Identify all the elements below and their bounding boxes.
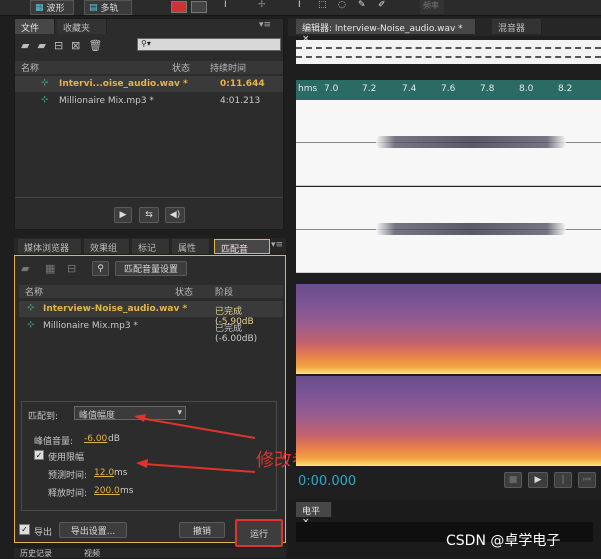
multitrack-view-button[interactable]: ▤ 多轨 [84, 0, 132, 15]
frequency-button[interactable]: 频率 [420, 0, 444, 14]
audio-file-icon: ⊹ [41, 95, 49, 105]
export-icon[interactable]: ⊠ [71, 39, 80, 52]
audio-file-icon: ⊹ [27, 303, 35, 313]
files-toolbar: ▰ ▰ ⊟ ⊠ 🗑 ⚲▾ [15, 35, 283, 55]
spectrogram-channel-left[interactable] [296, 284, 601, 374]
autoplay-button[interactable]: ◀) [165, 207, 185, 223]
editor-tab-bar: 编辑器: Interview-Noise_audio.wav * × 混音器 [288, 18, 601, 44]
files-panel: 文件 × 收藏夹 ▾≡ ▰ ▰ ⊟ ⊠ 🗑 ⚲▾ 名称 状态 持续时间 ⊹ In… [14, 18, 284, 230]
lasso-tool-icon[interactable]: ◌ [338, 0, 346, 10]
release-time-value[interactable]: 200.0 [94, 486, 120, 496]
annotation-arrows [134, 414, 256, 473]
bottom-tab-bar: 历史记录 视频 [14, 548, 286, 558]
tab-editor[interactable]: 编辑器: Interview-Noise_audio.wav * × [296, 19, 476, 44]
lower-tab-bar: 媒体浏览器 效果组 标记 属性 匹配音 ▾≡ [14, 238, 286, 255]
speaker-icon: ◀) [169, 210, 181, 220]
play-button[interactable]: ▶ [528, 472, 548, 488]
match-volume-panel: ▰ ▦ ⊟ ⚲ 匹配音量设置 名称 状态 阶段 ⊹ Interview-Nois… [14, 255, 286, 547]
audio-file-icon: ⊹ [27, 320, 35, 330]
add-files-icon[interactable]: ▦ [45, 262, 55, 275]
panel-menu-icon[interactable]: ▾≡ [271, 240, 283, 250]
brush-tool-icon[interactable]: ✎ [358, 0, 366, 10]
time-selection-tool-icon[interactable]: I [298, 0, 301, 10]
export-checkbox[interactable]: ✓ [19, 524, 30, 535]
waveform-channel-left[interactable] [296, 100, 601, 186]
tab-history[interactable]: 历史记录 [20, 548, 52, 559]
match-table-header: 名称 状态 阶段 [19, 285, 283, 298]
panel-menu-icon[interactable]: ▾≡ [259, 20, 271, 30]
search-icon[interactable]: ⚲ [92, 261, 109, 276]
divider [15, 197, 283, 198]
time-ruler: hms 7.0 7.2 7.4 7.6 7.8 8.0 8.2 [296, 80, 601, 100]
skip-button[interactable]: ⏮ [578, 472, 596, 488]
loop-icon: ⇆ [145, 210, 153, 220]
use-limiting-checkbox[interactable]: ✓ [34, 450, 44, 460]
waveform-signal [376, 136, 566, 148]
tab-media-browser[interactable]: 媒体浏览器 [18, 239, 82, 254]
arrow-head [134, 414, 146, 422]
multitrack-icon: ▤ [89, 2, 98, 13]
tab-properties[interactable]: 属性 [172, 239, 210, 254]
export-settings-button[interactable]: 导出设置... [59, 522, 127, 538]
waveform-channel-right[interactable] [296, 187, 601, 273]
cancel-button[interactable]: 撤销 [179, 522, 225, 538]
match-volume-settings-button[interactable]: 匹配音量设置 [115, 261, 187, 276]
open-folder-icon[interactable]: ▰ [21, 39, 29, 52]
play-icon: ▶ [534, 475, 542, 485]
arrow-line [139, 417, 256, 439]
time-display: 0:00.000 [298, 474, 357, 489]
arrow-head [136, 459, 148, 468]
tab-level-meter[interactable]: 电平 × [296, 502, 332, 527]
waveform-view-button[interactable]: ▦ 波形 [30, 0, 74, 15]
move-tool-icon[interactable]: ✢ [258, 0, 266, 10]
search-input[interactable]: ⚲▾ [137, 38, 281, 51]
tab-match-volume[interactable]: 匹配音 [214, 239, 270, 255]
tab-effects-rack[interactable]: 效果组 [84, 239, 130, 254]
stop-icon: ■ [508, 475, 518, 485]
insert-icon[interactable]: ⊟ [54, 39, 63, 52]
tab-favorites[interactable]: 收藏夹 [57, 19, 107, 34]
pause-button[interactable]: ‖ [554, 472, 572, 488]
top-toolbar: ▦ 波形 ▤ 多轨 I ✢ I ⬚ ◌ ✎ ✐ 频率 [0, 0, 601, 16]
waveform-signal [376, 223, 566, 235]
import-icon[interactable]: ▰ [37, 39, 45, 52]
healing-tool-icon[interactable]: ✐ [378, 0, 386, 10]
table-row[interactable]: ⊹ Interview-Noise_audio.wav * 已完成 (-5.90… [19, 301, 283, 327]
skip-start-icon: ⏮ [582, 475, 592, 485]
play-button[interactable]: ▶ [114, 207, 132, 223]
loop-button[interactable]: ⇆ [139, 207, 159, 223]
play-icon: ▶ [119, 210, 127, 220]
remove-icon[interactable]: ⊟ [67, 262, 76, 275]
tab-video[interactable]: 视频 [84, 548, 100, 559]
transport-bar: 0:00.000 ■ ▶ ‖ ⏮ [288, 466, 601, 498]
tab-mixer[interactable]: 混音器 [492, 19, 542, 34]
arrow-line [143, 463, 256, 473]
watermark: CSDN @卓学电子 [446, 533, 561, 549]
pause-icon: ‖ [560, 475, 566, 485]
table-row[interactable]: ⊹ Millionaire Mix.mp3 * 4:01.213 [15, 93, 283, 109]
spectral-freq-icon[interactable]: I [224, 0, 234, 12]
run-button[interactable]: 运行 [235, 519, 283, 547]
overview-waveform[interactable] [296, 40, 601, 64]
tab-files[interactable]: 文件 × [15, 19, 55, 44]
tab-markers[interactable]: 标记 [132, 239, 170, 254]
delete-icon[interactable]: 🗑 [88, 39, 102, 52]
stop-button[interactable]: ■ [504, 472, 522, 488]
audio-file-icon: ⊹ [41, 78, 49, 88]
pitch-display-icon[interactable] [191, 1, 207, 13]
table-row[interactable]: ⊹ Intervi...oise_audio.wav * 0:11.644 [15, 76, 283, 92]
table-row[interactable]: ⊹ Millionaire Mix.mp3 * 已完成 (-6.00dB) [19, 318, 283, 344]
spectral-display-icon[interactable] [171, 1, 187, 13]
marquee-tool-icon[interactable]: ⬚ [318, 0, 327, 10]
peak-volume-value[interactable]: -6.00 [84, 434, 107, 444]
lookahead-value[interactable]: 12.0 [94, 468, 114, 478]
waveform-icon: ▦ [35, 2, 44, 13]
files-table-header: 名称 状态 持续时间 [15, 61, 283, 74]
spectrogram-channel-right[interactable] [296, 376, 601, 466]
folder-icon[interactable]: ▰ [21, 262, 29, 275]
